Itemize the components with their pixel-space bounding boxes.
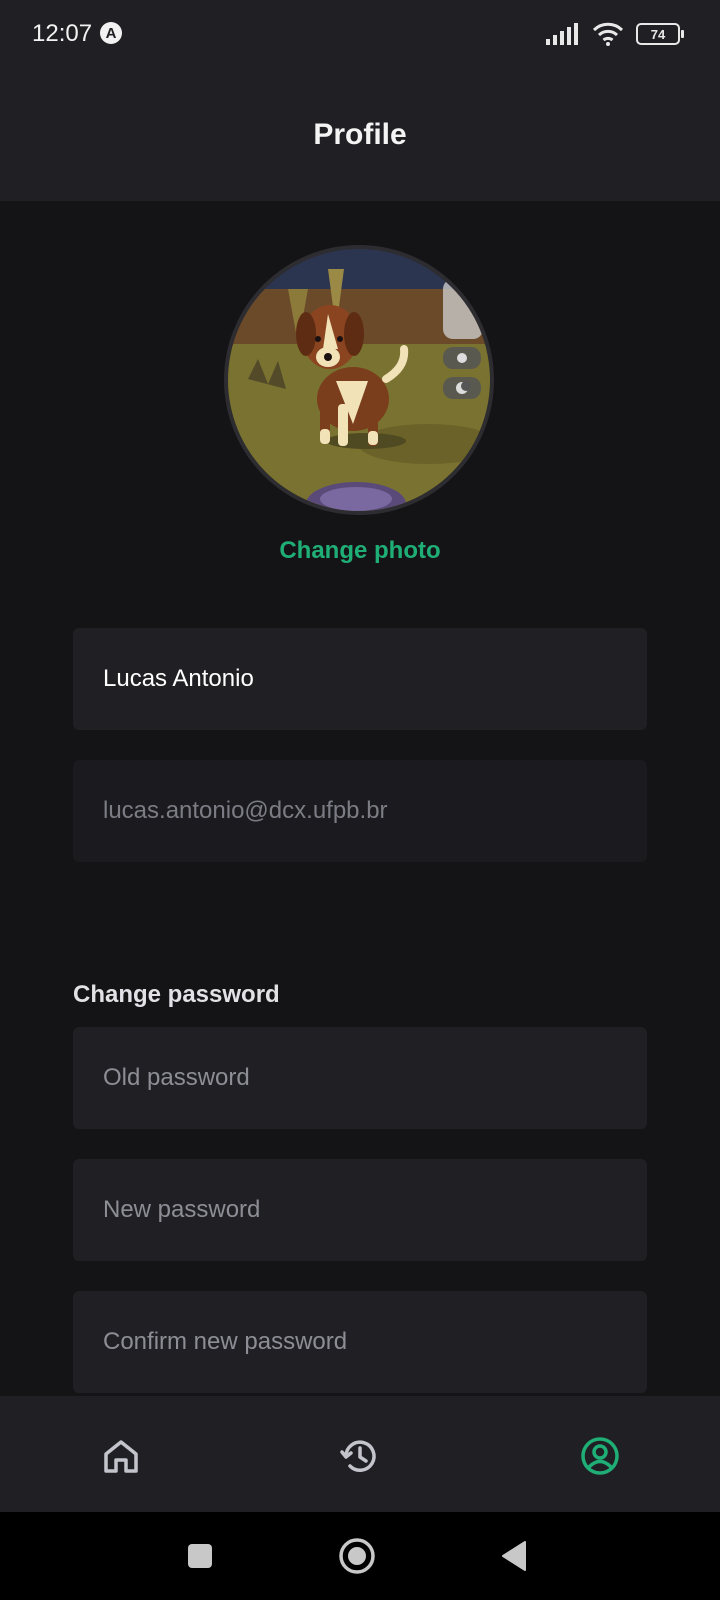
avatar-image bbox=[228, 249, 490, 511]
confirm-password-placeholder: Confirm new password bbox=[103, 1328, 348, 1355]
system-navigation-bar bbox=[0, 1512, 720, 1600]
recents-button[interactable] bbox=[180, 1536, 220, 1576]
old-password-input[interactable]: Old password bbox=[73, 1027, 647, 1129]
nav-home-button[interactable] bbox=[91, 1426, 151, 1486]
recents-square-icon bbox=[188, 1544, 212, 1568]
confirm-password-input[interactable]: Confirm new password bbox=[73, 1291, 647, 1393]
notification-badge-icon: A bbox=[100, 22, 122, 44]
status-time: 12:07 bbox=[32, 20, 93, 47]
new-password-placeholder: New password bbox=[103, 1196, 261, 1223]
change-password-heading: Change password bbox=[73, 981, 280, 1008]
profile-avatar[interactable] bbox=[224, 245, 494, 515]
back-button[interactable] bbox=[494, 1536, 534, 1576]
profile-icon bbox=[581, 1437, 619, 1475]
status-icons: 74 bbox=[546, 22, 684, 46]
bottom-navigation bbox=[0, 1396, 720, 1512]
app-header: Profile bbox=[0, 70, 720, 201]
nav-profile-button[interactable] bbox=[570, 1426, 630, 1486]
new-password-input[interactable]: New password bbox=[73, 1159, 647, 1261]
nav-history-button[interactable] bbox=[329, 1426, 389, 1486]
page-title: Profile bbox=[313, 118, 407, 151]
home-circle-icon bbox=[339, 1538, 375, 1574]
email-field-value: lucas.antonio@dcx.ufpb.br bbox=[103, 797, 388, 824]
old-password-placeholder: Old password bbox=[103, 1064, 250, 1091]
battery-icon: 74 bbox=[636, 23, 684, 45]
home-icon bbox=[104, 1440, 138, 1473]
name-field-value: Lucas Antonio bbox=[103, 665, 254, 692]
signal-icon bbox=[546, 23, 578, 45]
email-field: lucas.antonio@dcx.ufpb.br bbox=[73, 760, 647, 862]
history-icon bbox=[340, 1440, 376, 1472]
name-field[interactable]: Lucas Antonio bbox=[73, 628, 647, 730]
back-triangle-icon bbox=[502, 1541, 526, 1571]
change-photo-link[interactable]: Change photo bbox=[0, 537, 720, 565]
battery-level: 74 bbox=[650, 26, 666, 42]
status-bar: 12:07 A 74 bbox=[0, 0, 720, 70]
home-system-button[interactable] bbox=[337, 1536, 377, 1576]
wifi-icon bbox=[592, 22, 624, 46]
